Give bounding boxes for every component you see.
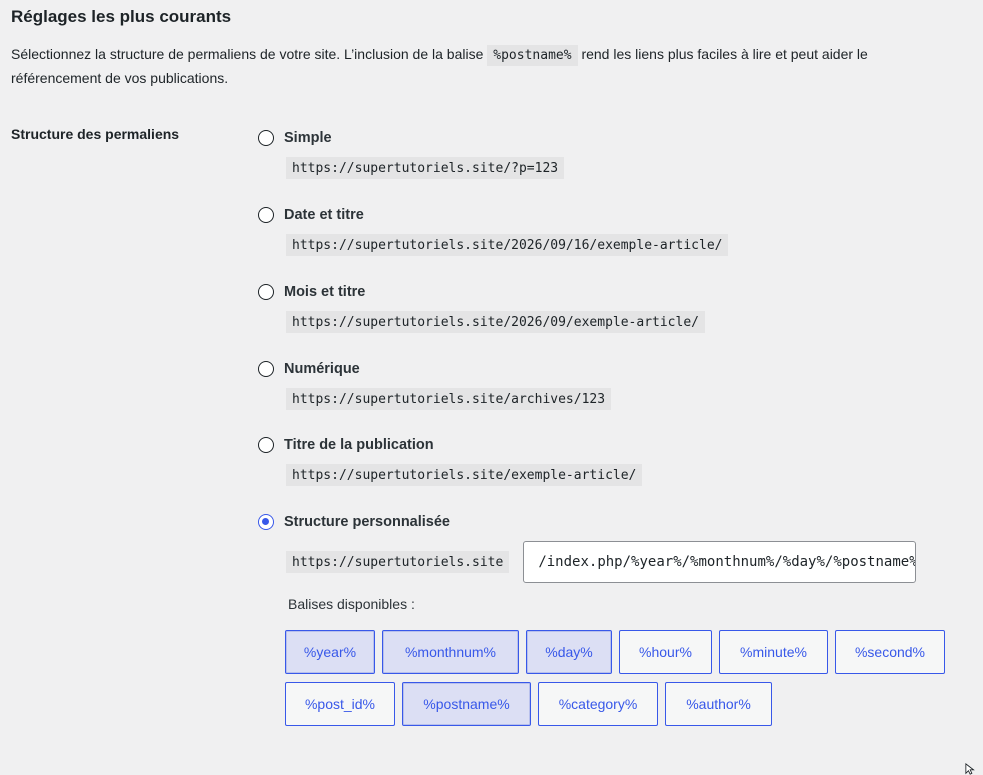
radio-post-name[interactable] [258,437,274,453]
option-post-name[interactable]: Titre de la publication https://supertut… [258,435,643,486]
example-url-numeric: https://supertutoriels.site/archives/123 [286,388,612,410]
tag-button-category[interactable]: %category% [538,682,658,726]
option-simple[interactable]: Simple https://supertutoriels.site/?p=12… [258,128,565,179]
tag-button-second[interactable]: %second% [835,630,945,674]
example-url-post-name: https://supertutoriels.site/exemple-arti… [286,464,643,486]
tag-row-2: %post_id% %postname% %category% %author% [285,682,779,726]
radio-numeric[interactable] [258,361,274,377]
option-numeric[interactable]: Numérique https://supertutoriels.site/ar… [258,359,612,410]
example-url-date-title: https://supertutoriels.site/2026/09/16/e… [286,234,729,256]
custom-structure-input[interactable]: /index.php/%year%/%monthnum%/%day%/%post… [523,541,917,583]
option-label-simple[interactable]: Simple [284,130,332,146]
tag-button-postname[interactable]: %postname% [402,682,531,726]
intro-code-postname: %postname% [487,45,578,66]
intro-text: Sélectionnez la structure de permaliens … [11,43,931,90]
tag-button-author[interactable]: %author% [665,682,772,726]
tag-button-post-id[interactable]: %post_id% [285,682,395,726]
option-label-month-title[interactable]: Mois et titre [284,284,365,300]
tag-row-1: %year% %monthnum% %day% %hour% %minute% … [285,630,952,674]
example-url-month-title: https://supertutoriels.site/2026/09/exem… [286,311,705,333]
radio-date-title[interactable] [258,207,274,223]
permalink-structure-label: Structure des permaliens [11,126,180,142]
tag-button-day[interactable]: %day% [526,630,612,674]
option-label-custom[interactable]: Structure personnalisée [284,514,450,530]
intro-text-before: Sélectionnez la structure de permaliens … [11,46,488,62]
radio-custom-selected[interactable] [258,514,274,530]
example-url-simple: https://supertutoriels.site/?p=123 [286,157,565,179]
radio-simple[interactable] [258,130,274,146]
option-label-post-name[interactable]: Titre de la publication [284,437,434,453]
tag-button-hour[interactable]: %hour% [619,630,712,674]
mouse-cursor-icon [965,763,975,775]
tag-button-year[interactable]: %year% [285,630,375,674]
custom-structure-prefix: https://supertutoriels.site [286,551,510,573]
tag-button-minute[interactable]: %minute% [719,630,828,674]
available-tags-label: Balises disponibles : [288,596,415,612]
option-date-title[interactable]: Date et titre https://supertutoriels.sit… [258,205,729,256]
option-custom[interactable]: Structure personnalisée [258,512,450,532]
section-title: Réglages les plus courants [11,7,232,26]
option-label-numeric[interactable]: Numérique [284,361,360,377]
permalink-settings-page: Réglages les plus courants Sélectionnez … [0,0,983,775]
option-month-title[interactable]: Mois et titre https://supertutoriels.sit… [258,282,705,333]
option-label-date-title[interactable]: Date et titre [284,207,364,223]
radio-month-title[interactable] [258,284,274,300]
custom-structure-row: https://supertutoriels.site /index.php/%… [286,541,917,583]
tag-button-monthnum[interactable]: %monthnum% [382,630,519,674]
